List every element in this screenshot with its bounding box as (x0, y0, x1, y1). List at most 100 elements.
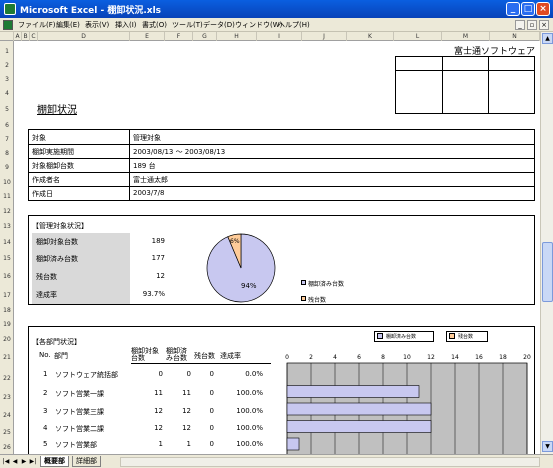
info-table: 対象 管理対象 棚卸実施期間 2003/08/13 〜 2003/08/13 対… (28, 129, 535, 201)
menu-insert[interactable]: 挿入(I) (115, 20, 137, 30)
close-button[interactable]: × (536, 2, 550, 16)
last-sheet-icon[interactable]: ▶| (29, 457, 37, 466)
row-header[interactable]: 23 (0, 394, 14, 401)
legend-swatch-remain (301, 296, 306, 301)
row-header[interactable]: 9 (0, 164, 14, 171)
bar-legend-label: 棚卸済み台数 (386, 334, 417, 340)
row-header[interactable]: 3 (0, 76, 14, 83)
horizontal-scrollbar[interactable] (120, 457, 540, 467)
row-header[interactable]: 22 (0, 375, 14, 382)
managed-title: 【管理対象状況】 (32, 222, 88, 230)
row-header[interactable]: 25 (0, 429, 14, 436)
column-header[interactable]: L (394, 32, 442, 41)
row-header[interactable]: 15 (0, 255, 14, 262)
x-tick-label: 6 (357, 354, 361, 361)
info-label: 作成日 (32, 190, 53, 198)
row-header[interactable]: 19 (0, 321, 14, 328)
row-header[interactable]: 26 (0, 444, 14, 451)
column-header[interactable]: H (217, 32, 257, 41)
row-target: 11 (154, 389, 163, 397)
row-no: 5 (43, 440, 48, 448)
column-header[interactable]: F (165, 32, 193, 41)
row-header[interactable]: 16 (0, 273, 14, 280)
menu-file[interactable]: ファイル(F) (18, 20, 56, 30)
row-header[interactable]: 21 (0, 354, 14, 361)
menu-data[interactable]: データ(D) (203, 20, 235, 30)
row-header[interactable]: 11 (0, 193, 14, 200)
next-sheet-icon[interactable]: ▶ (20, 457, 28, 466)
column-header[interactable]: N (490, 32, 540, 41)
row-header[interactable]: 2 (0, 62, 14, 69)
bar-chart[interactable]: 0 2 4 6 8 10 12 14 16 18 20 (257, 349, 537, 454)
menu-tools[interactable]: ツール(T) (172, 20, 203, 30)
page-title: 棚卸状況 (37, 105, 77, 116)
select-all-corner[interactable] (0, 32, 14, 41)
prev-sheet-icon[interactable]: ◀ (11, 457, 19, 466)
row-header[interactable]: 6 (0, 122, 14, 129)
approval-stamp-box (395, 56, 535, 114)
column-header[interactable]: M (442, 32, 490, 41)
column-header[interactable]: E (130, 32, 165, 41)
dept-title: 【各部門状況】 (32, 338, 81, 346)
row-header[interactable]: 13 (0, 223, 14, 230)
col-header-target: 棚卸対象台数 (131, 347, 159, 362)
pie-label-remain: 6% (230, 238, 240, 245)
column-header[interactable]: G (193, 32, 217, 41)
minimize-button[interactable]: _ (506, 2, 520, 16)
maximize-button[interactable]: □ (521, 2, 535, 16)
row-remain: 0 (209, 370, 214, 378)
scroll-down-button[interactable]: ▼ (542, 441, 553, 452)
row-header[interactable]: 12 (0, 208, 14, 215)
x-tick-label: 18 (499, 354, 507, 361)
column-header[interactable]: D (38, 32, 130, 41)
row-header[interactable]: 24 (0, 412, 14, 419)
doc-restore-button[interactable]: ▫ (527, 20, 537, 30)
vertical-scrollbar[interactable]: ▲ ▼ (540, 32, 553, 454)
menu-view[interactable]: 表示(V) (85, 20, 109, 30)
managed-value: 177 (151, 254, 165, 262)
menu-window[interactable]: ウィンドウ(W) (235, 20, 282, 30)
workbook-icon[interactable] (3, 20, 13, 30)
column-header[interactable]: I (257, 32, 302, 41)
column-header[interactable]: A (14, 32, 22, 41)
x-tick-label: 2 (309, 354, 313, 361)
row-header[interactable]: 5 (0, 106, 14, 113)
info-value: 2003/08/13 〜 2003/08/13 (133, 148, 226, 156)
row-header[interactable]: 18 (0, 307, 14, 314)
legend-swatch-done (301, 280, 306, 285)
scroll-up-button[interactable]: ▲ (542, 33, 553, 44)
doc-close-button[interactable]: × (539, 20, 549, 30)
column-header[interactable]: C (30, 32, 38, 41)
scroll-thumb[interactable] (542, 242, 553, 302)
row-header[interactable]: 1 (0, 48, 14, 55)
first-sheet-icon[interactable]: |◀ (2, 457, 10, 466)
row-dept: ソフト営業二課 (55, 425, 104, 433)
row-header[interactable]: 14 (0, 239, 14, 246)
info-value: 管理対象 (133, 134, 161, 142)
worksheet[interactable]: 富士通ソフトウェア 棚卸状況 対象 管理対象 棚卸実施期間 2003/08/13… (14, 41, 540, 454)
row-remain: 0 (209, 389, 214, 397)
managed-value: 93.7% (142, 290, 165, 298)
menu-help[interactable]: ヘルプ(H) (278, 20, 310, 30)
column-header[interactable]: J (302, 32, 347, 41)
column-header[interactable]: K (347, 32, 394, 41)
row-headers: 1 2 3 4 5 6 7 8 9 10 11 12 13 14 15 16 1… (0, 41, 14, 454)
column-header[interactable]: B (22, 32, 30, 41)
x-tick-label: 16 (475, 354, 483, 361)
row-header[interactable]: 10 (0, 179, 14, 186)
bar-done (286, 385, 420, 398)
tab-overview[interactable]: 概要部 (40, 456, 69, 467)
row-header[interactable]: 4 (0, 90, 14, 97)
legend-label: 棚卸済み台数 (308, 281, 345, 288)
menu-edit[interactable]: 編集(E) (56, 20, 80, 30)
row-header[interactable]: 20 (0, 336, 14, 343)
row-header[interactable]: 17 (0, 292, 14, 299)
menu-format[interactable]: 書式(O) (142, 20, 167, 30)
tab-details[interactable]: 詳細部 (72, 456, 101, 467)
row-header[interactable]: 7 (0, 136, 14, 143)
doc-minimize-button[interactable]: _ (515, 20, 525, 30)
info-value: 189 台 (133, 162, 156, 170)
row-header[interactable]: 8 (0, 150, 14, 157)
pie-chart[interactable]: 94% 6% (189, 221, 309, 303)
sheet-tab-bar: |◀ ◀ ▶ ▶| 概要部 詳細部 (0, 454, 553, 468)
